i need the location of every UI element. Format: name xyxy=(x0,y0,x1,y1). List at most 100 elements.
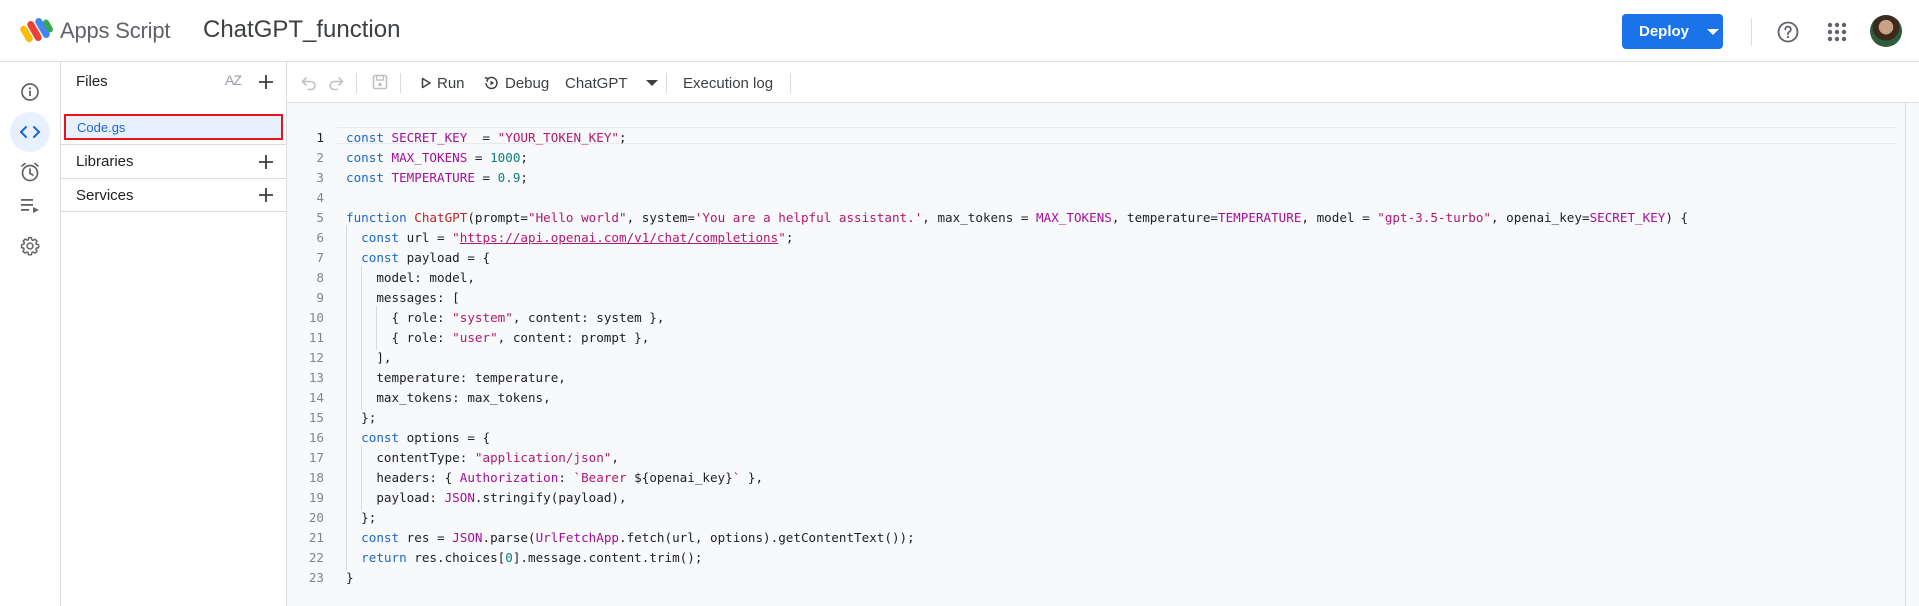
editor-nav-button[interactable] xyxy=(10,112,50,152)
line-number: 16 xyxy=(308,430,324,445)
services-header: Services xyxy=(61,179,286,212)
code-token: ], xyxy=(346,350,392,365)
code-text: { role: "user", content: prompt }, xyxy=(346,326,649,350)
add-service-plus-icon[interactable] xyxy=(257,186,275,204)
apps-grid-icon[interactable] xyxy=(1826,21,1848,43)
code-text: }; xyxy=(346,406,377,430)
code-token: 0.9 xyxy=(497,170,521,185)
executions-nav-button[interactable] xyxy=(10,185,50,225)
code-icon xyxy=(20,126,40,138)
code-token: (prompt= xyxy=(467,210,528,225)
code-line[interactable]: 3 const TEMPERATURE = 0.9; xyxy=(287,168,1887,188)
code-token: max_tokens: max_tokens, xyxy=(346,390,551,405)
deploy-button[interactable]: Deploy xyxy=(1622,14,1723,49)
avatar[interactable] xyxy=(1870,15,1902,47)
code-text: { role: "system", content: system }, xyxy=(346,306,664,330)
undo-icon[interactable] xyxy=(300,73,318,91)
function-select[interactable]: ChatGPT xyxy=(565,71,658,95)
line-number: 14 xyxy=(308,390,324,405)
code-token: ; xyxy=(520,150,529,165)
line-number: 4 xyxy=(316,190,324,205)
divider xyxy=(1751,18,1752,46)
chevron-down-icon[interactable] xyxy=(1707,28,1720,35)
execution-log-button[interactable]: Execution log xyxy=(683,71,773,95)
code-line[interactable]: 18 headers: { Authorization: `Bearer ${o… xyxy=(287,466,1887,490)
line-number: 15 xyxy=(308,410,324,425)
code-token: const xyxy=(361,530,407,545)
code-token: .fetch(url, options).getContentText()); xyxy=(619,530,915,545)
code-line[interactable]: 8 model: model, xyxy=(287,266,1887,290)
code-line[interactable]: 20 }; xyxy=(287,506,1887,530)
line-number: 8 xyxy=(316,270,324,285)
file-item-code-gs[interactable]: Code.gs xyxy=(64,114,283,140)
line-number: 5 xyxy=(316,210,324,225)
code-line[interactable]: 23} xyxy=(287,568,1887,588)
help-icon[interactable] xyxy=(1776,20,1800,44)
code-token: .parse( xyxy=(482,530,536,545)
code-line[interactable]: 4 xyxy=(287,188,1887,208)
editor-scrollbar-track[interactable] xyxy=(1905,103,1906,606)
code-line[interactable]: 13 temperature: temperature, xyxy=(287,366,1887,390)
code-line[interactable]: 7 const payload = { xyxy=(287,246,1887,270)
line-number: 19 xyxy=(308,490,324,505)
code-token: "gpt-3.5-turbo" xyxy=(1377,210,1491,225)
code-editor[interactable]: 1 const SECRET_KEY = "YOUR_TOKEN_KEY"; 2 co… xyxy=(287,103,1919,606)
add-library-plus-icon[interactable] xyxy=(257,153,275,171)
code-line[interactable]: 12 ], xyxy=(287,346,1887,370)
code-token: temperature: temperature, xyxy=(346,370,566,385)
code-lines[interactable]: 1 const SECRET_KEY = "YOUR_TOKEN_KEY"; 2 co… xyxy=(287,128,1887,588)
run-button[interactable]: Run xyxy=(420,71,465,95)
code-token: "application/json" xyxy=(474,450,612,465)
code-line[interactable]: 17 contentType: "application/json", xyxy=(287,446,1887,470)
code-text: temperature: temperature, xyxy=(346,366,566,390)
code-token: ; xyxy=(785,230,794,245)
code-line[interactable]: 11 { role: "user", content: prompt }, xyxy=(287,326,1887,350)
line-number: 3 xyxy=(316,170,324,185)
code-text: const SECRET_KEY = "YOUR_TOKEN_KEY"; xyxy=(346,128,627,148)
code-line[interactable]: 22 return res.choices[0].message.content… xyxy=(287,546,1887,570)
debug-button[interactable]: Debug xyxy=(483,71,549,95)
toolbar-divider xyxy=(356,73,357,93)
save-icon[interactable] xyxy=(371,73,389,91)
code-token: UrlFetchApp xyxy=(535,530,619,545)
code-text: ], xyxy=(346,346,392,370)
settings-nav-button[interactable] xyxy=(10,226,50,266)
redo-icon[interactable] xyxy=(327,73,345,91)
code-token: , model = xyxy=(1301,210,1378,225)
code-text: function ChatGPT(prompt="Hello world", s… xyxy=(346,208,1688,228)
code-line[interactable]: 1 const SECRET_KEY = "YOUR_TOKEN_KEY"; xyxy=(287,128,1887,148)
function-select-value: ChatGPT xyxy=(565,74,628,92)
code-token: `Bearer xyxy=(573,470,635,485)
code-token: }; xyxy=(346,410,377,425)
sort-az-icon[interactable]: AZ xyxy=(225,72,242,88)
code-token: "Hello world" xyxy=(528,210,627,225)
code-token: , max_tokens = xyxy=(922,210,1037,225)
files-label: Files xyxy=(76,73,108,90)
overview-nav-button[interactable] xyxy=(10,72,50,112)
code-line[interactable]: 6 const url = "https://api.openai.com/v1… xyxy=(287,226,1887,250)
code-text: const MAX_TOKENS = 1000; xyxy=(346,148,528,168)
code-token: } xyxy=(346,570,354,585)
code-token: , temperature= xyxy=(1111,210,1219,225)
code-line[interactable]: 10 { role: "system", content: system }, xyxy=(287,306,1887,330)
code-line[interactable]: 16 const options = { xyxy=(287,426,1887,450)
files-panel: Files AZ Code.gs Libraries Services xyxy=(61,62,287,606)
code-text: model: model, xyxy=(346,266,475,290)
code-token: 1000 xyxy=(490,150,521,165)
code-line[interactable]: 19 payload: JSON.stringify(payload), xyxy=(287,486,1887,510)
code-token: options = { xyxy=(406,430,491,445)
code-token: MAX_TOKENS xyxy=(1036,210,1112,225)
code-token: messages: [ xyxy=(346,290,460,305)
code-token: const xyxy=(346,170,392,185)
code-line[interactable]: 5 function ChatGPT(prompt="Hello world", … xyxy=(287,208,1887,228)
code-line[interactable]: 2 const MAX_TOKENS = 1000; xyxy=(287,148,1887,168)
code-line[interactable]: 9 messages: [ xyxy=(287,286,1887,310)
add-file-plus-icon[interactable] xyxy=(257,73,275,91)
project-title[interactable]: ChatGPT_function xyxy=(203,16,400,44)
line-number: 11 xyxy=(308,330,324,345)
code-line[interactable]: 15 }; xyxy=(287,406,1887,430)
code-line[interactable]: 21 const res = JSON.parse(UrlFetchApp.fe… xyxy=(287,526,1887,550)
files-header: Files xyxy=(61,62,286,101)
code-line[interactable]: 14 max_tokens: max_tokens, xyxy=(287,386,1887,410)
code-text: const payload = { xyxy=(346,246,490,270)
